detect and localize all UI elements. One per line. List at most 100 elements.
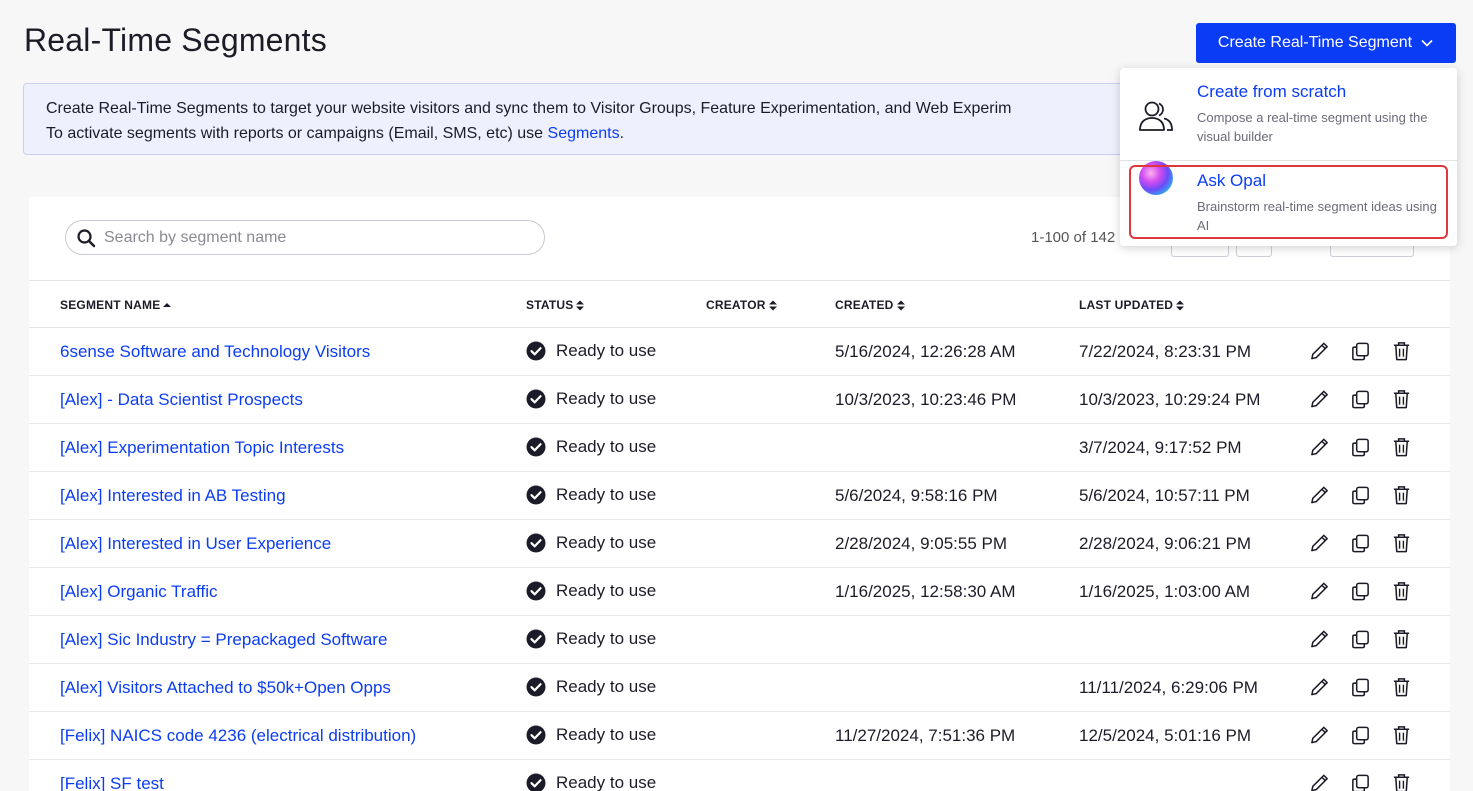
check-circle-icon [526, 437, 546, 457]
pencil-icon[interactable] [1309, 676, 1330, 698]
table-row: [Felix] NAICS code 4236 (electrical dist… [29, 712, 1450, 760]
check-circle-icon [526, 629, 546, 649]
row-actions [1309, 724, 1412, 746]
trash-icon[interactable] [1391, 388, 1412, 410]
status-text: Ready to use [556, 773, 657, 791]
banner-line-2-suffix: . [619, 125, 625, 142]
check-circle-icon [526, 581, 546, 601]
trash-icon[interactable] [1391, 436, 1412, 458]
table-row: [Alex] Organic Traffic Ready to use 1/16/2… [29, 568, 1450, 616]
copy-icon[interactable] [1350, 676, 1371, 698]
page-title: Real-Time Segments [24, 22, 327, 58]
pencil-icon[interactable] [1309, 724, 1330, 746]
create-real-time-segment-button[interactable]: Create Real-Time Segment [1196, 23, 1456, 63]
check-circle-icon [526, 485, 546, 505]
pencil-icon[interactable] [1309, 532, 1330, 554]
sort-icon [768, 300, 777, 310]
column-header-creator[interactable]: CREATOR [706, 298, 777, 312]
row-actions [1309, 772, 1412, 791]
pencil-icon[interactable] [1309, 772, 1330, 791]
row-actions [1309, 388, 1412, 410]
row-actions [1309, 484, 1412, 506]
pencil-icon[interactable] [1309, 484, 1330, 506]
copy-icon[interactable] [1350, 772, 1371, 791]
segment-name-link[interactable]: [Alex] - Data Scientist Prospects [60, 390, 303, 409]
row-actions [1309, 580, 1412, 602]
status-cell: Ready to use [526, 437, 656, 457]
column-header-created[interactable]: CREATED [835, 298, 905, 312]
updated-cell: 3/7/2024, 9:17:52 PM [1079, 438, 1242, 457]
copy-icon[interactable] [1350, 388, 1371, 410]
copy-icon[interactable] [1350, 724, 1371, 746]
status-cell: Ready to use [526, 629, 656, 649]
segment-name-link[interactable]: [Alex] Organic Traffic [60, 582, 217, 601]
banner-line-1: Create Real-Time Segments to target your… [46, 100, 1012, 117]
status-cell: Ready to use [526, 485, 656, 505]
trash-icon[interactable] [1391, 532, 1412, 554]
copy-icon[interactable] [1350, 484, 1371, 506]
status-text: Ready to use [556, 341, 657, 360]
search-box[interactable] [65, 220, 545, 255]
segment-name-link[interactable]: [Alex] Sic Industry = Prepackaged Softwa… [60, 630, 387, 649]
status-cell: Ready to use [526, 725, 656, 745]
trash-icon[interactable] [1391, 484, 1412, 506]
copy-icon[interactable] [1350, 340, 1371, 362]
table-row: [Alex] - Data Scientist Prospects Ready t… [29, 376, 1450, 424]
check-circle-icon [526, 677, 546, 697]
trash-icon[interactable] [1391, 676, 1412, 698]
column-header-status[interactable]: STATUS [526, 298, 585, 312]
trash-icon[interactable] [1391, 772, 1412, 791]
status-cell: Ready to use [526, 773, 656, 791]
segment-name-link[interactable]: [Alex] Visitors Attached to $50k+Open Op… [60, 678, 391, 697]
pencil-icon[interactable] [1309, 436, 1330, 458]
segment-name-link[interactable]: [Felix] SF test [60, 774, 164, 791]
dropdown-item-create-from-scratch[interactable]: Create from scratch Compose a real-time … [1120, 72, 1457, 160]
segment-name-link[interactable]: 6sense Software and Technology Visitors [60, 342, 370, 361]
segment-name-link[interactable]: [Felix] NAICS code 4236 (electrical dist… [60, 726, 416, 745]
status-cell: Ready to use [526, 581, 656, 601]
column-header-segment-name[interactable]: SEGMENT NAME [60, 298, 172, 312]
trash-icon[interactable] [1391, 628, 1412, 650]
segments-card: 1-100 of 142 SEGMENT NAME STATUS CREATOR… [29, 197, 1450, 791]
pencil-icon[interactable] [1309, 580, 1330, 602]
copy-icon[interactable] [1350, 532, 1371, 554]
segment-name-link[interactable]: [Alex] Interested in User Experience [60, 534, 331, 553]
pencil-icon[interactable] [1309, 628, 1330, 650]
updated-cell: 2/28/2024, 9:06:21 PM [1079, 534, 1252, 553]
create-segment-dropdown: Create from scratch Compose a real-time … [1120, 68, 1457, 246]
dropdown-item-ask-opal[interactable]: Ask Opal Brainstorm real-time segment id… [1120, 160, 1457, 248]
table-row: 6sense Software and Technology Visitors R… [29, 328, 1450, 376]
row-actions [1309, 532, 1412, 554]
updated-cell: 7/22/2024, 8:23:31 PM [1079, 342, 1252, 361]
dropdown-item-title: Ask Opal [1197, 171, 1266, 190]
trash-icon[interactable] [1391, 580, 1412, 602]
sort-icon [576, 300, 585, 310]
status-text: Ready to use [556, 437, 657, 456]
pencil-icon[interactable] [1309, 340, 1330, 362]
trash-icon[interactable] [1391, 340, 1412, 362]
pencil-icon[interactable] [1309, 388, 1330, 410]
check-circle-icon [526, 341, 546, 361]
trash-icon[interactable] [1391, 724, 1412, 746]
copy-icon[interactable] [1350, 580, 1371, 602]
copy-icon[interactable] [1350, 436, 1371, 458]
info-banner: Create Real-Time Segments to target your… [23, 83, 1153, 155]
segment-name-link[interactable]: [Alex] Interested in AB Testing [60, 486, 286, 505]
status-text: Ready to use [556, 485, 657, 504]
created-cell: 10/3/2023, 10:23:46 PM [835, 390, 1017, 409]
dropdown-item-desc: Compose a real-time segment using the vi… [1197, 110, 1428, 144]
table-row: [Felix] SF test Ready to use [29, 760, 1450, 791]
pagination-range: 1-100 of 142 [1031, 229, 1116, 246]
status-cell: Ready to use [526, 677, 656, 697]
column-header-last-updated[interactable]: LAST UPDATED [1079, 298, 1185, 312]
segment-name-link[interactable]: [Alex] Experimentation Topic Interests [60, 438, 344, 457]
search-input[interactable] [104, 228, 524, 247]
updated-cell: 1/16/2025, 1:03:00 AM [1079, 582, 1251, 601]
copy-icon[interactable] [1350, 628, 1371, 650]
banner-line-2-text: To activate segments with reports or cam… [46, 125, 548, 142]
segments-link[interactable]: Segments [548, 125, 620, 142]
status-text: Ready to use [556, 389, 657, 408]
table-row: [Alex] Sic Industry = Prepackaged Softwa… [29, 616, 1450, 664]
row-actions [1309, 436, 1412, 458]
sort-icon [1176, 300, 1185, 310]
